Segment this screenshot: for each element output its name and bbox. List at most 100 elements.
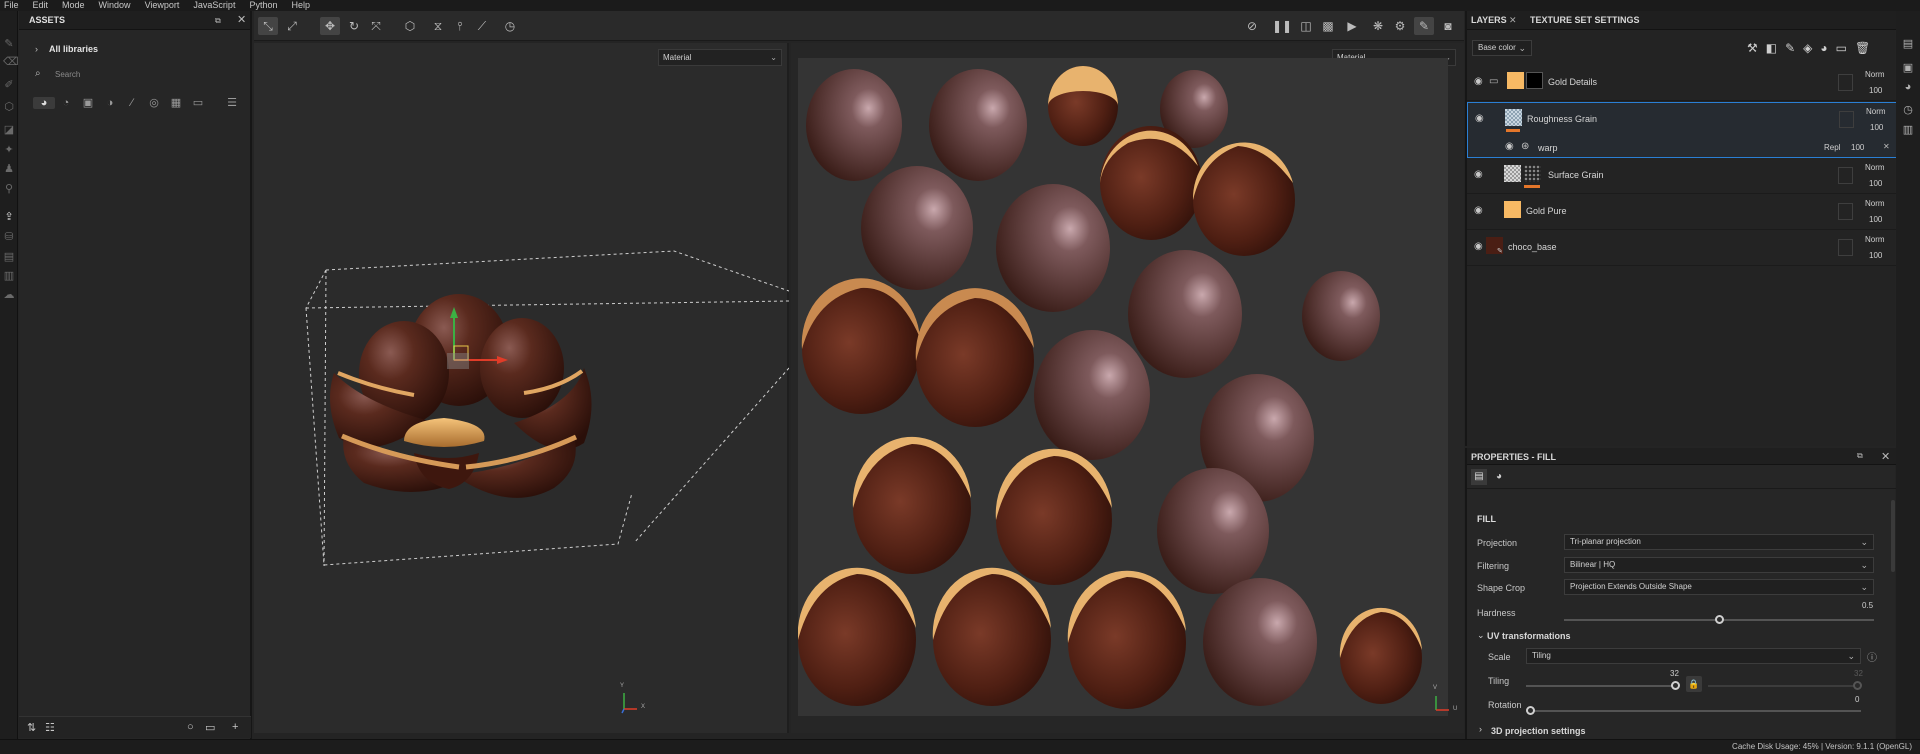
object-cube-icon[interactable]: ⬡ bbox=[400, 17, 420, 35]
smudge-icon[interactable]: ◪ bbox=[3, 124, 15, 136]
lock-icon[interactable]: 🔒 bbox=[1686, 676, 1702, 692]
close-icon[interactable]: ✕ bbox=[1881, 450, 1890, 463]
blend-mode[interactable]: Norm bbox=[1866, 107, 1886, 116]
add-fill-layer-icon[interactable]: ◈ bbox=[1803, 41, 1812, 55]
paint-mode-icon[interactable]: ✎ bbox=[1414, 17, 1434, 35]
add-paint-layer-icon[interactable]: ✎ bbox=[1785, 41, 1795, 55]
scale-tool-icon[interactable]: ⤧ bbox=[366, 17, 386, 35]
align-icon[interactable]: ⫯ bbox=[450, 17, 470, 35]
measure-icon[interactable]: ▤ bbox=[3, 251, 15, 263]
properties-tab-settings-icon[interactable]: ▤ bbox=[1471, 469, 1487, 485]
search-input[interactable]: Search bbox=[55, 67, 255, 83]
smart-material-filter-icon[interactable]: ◔ bbox=[55, 97, 77, 109]
video-camera-icon[interactable]: ▶ bbox=[1342, 17, 1362, 35]
export-icon[interactable]: ☁ bbox=[3, 289, 15, 301]
library-selector[interactable]: All libraries bbox=[49, 44, 98, 54]
chevron-right-icon[interactable]: › bbox=[1479, 724, 1482, 734]
blend-mode[interactable]: Norm bbox=[1865, 163, 1885, 172]
layer-row-choco-base[interactable]: ◉ ✎ choco_base Norm 100 bbox=[1467, 231, 1897, 266]
opacity-value[interactable]: 100 bbox=[1869, 86, 1882, 95]
layer-select-box[interactable] bbox=[1838, 239, 1853, 256]
rotation-slider[interactable] bbox=[1526, 706, 1861, 715]
projection-select[interactable]: Tri-planar projection ⌄ bbox=[1564, 534, 1874, 550]
screenshot-icon[interactable]: ◙ bbox=[1438, 17, 1458, 35]
selection-tool-icon[interactable]: ⤢ bbox=[282, 17, 302, 35]
symmetry-icon[interactable]: ⧖ bbox=[428, 17, 448, 35]
layers-panel-icon[interactable]: ▤ bbox=[1901, 37, 1915, 50]
undock-icon[interactable]: ⧉ bbox=[215, 11, 221, 30]
effect-blend-mode[interactable]: Repl bbox=[1824, 143, 1840, 152]
menu-window[interactable]: Window bbox=[99, 0, 131, 11]
opacity-value[interactable]: 100 bbox=[1869, 251, 1882, 260]
filtering-select[interactable]: Bilinear | HQ ⌄ bbox=[1564, 557, 1874, 573]
chevron-right-icon[interactable]: › bbox=[35, 44, 38, 54]
bake-icon[interactable]: ⇪ bbox=[3, 211, 15, 223]
paint-brush-icon[interactable]: ✎ bbox=[3, 38, 15, 50]
move-tool-icon[interactable]: ✥ bbox=[320, 17, 340, 35]
rotation-value[interactable]: 0 bbox=[1855, 695, 1859, 704]
layer-row-roughness-grain[interactable]: ◉ Roughness Grain Norm 100 ◉ ⊛ warp Repl… bbox=[1467, 102, 1897, 158]
document-icon[interactable]: ▥ bbox=[3, 270, 15, 282]
menu-help[interactable]: Help bbox=[291, 0, 310, 11]
menu-viewport[interactable]: Viewport bbox=[145, 0, 180, 11]
polygon-fill-icon[interactable]: ⛁ bbox=[3, 231, 15, 243]
info-icon[interactable]: ⓘ bbox=[1867, 649, 1877, 664]
layer-select-box[interactable] bbox=[1839, 111, 1854, 128]
circle-icon[interactable]: ○ bbox=[187, 721, 194, 733]
add-mask-icon[interactable]: ◧ bbox=[1766, 41, 1777, 55]
visibility-eye-icon[interactable]: ◉ bbox=[1474, 76, 1483, 87]
add-icon[interactable]: + bbox=[232, 721, 238, 733]
visibility-eye-icon[interactable]: ◉ bbox=[1474, 205, 1483, 216]
geometry-fill-icon[interactable]: ⬡ bbox=[3, 101, 15, 113]
hardness-slider[interactable] bbox=[1564, 615, 1874, 624]
hardness-slider-handle[interactable] bbox=[1715, 615, 1724, 624]
chevron-down-icon[interactable]: ⌄ bbox=[1477, 630, 1485, 641]
channel-select[interactable]: Base color ⌄ bbox=[1472, 40, 1532, 56]
sort-icon[interactable]: ⇅ bbox=[27, 721, 36, 734]
remove-effect-icon[interactable]: ✕ bbox=[1883, 142, 1890, 151]
add-folder-icon[interactable]: ▭ bbox=[1836, 41, 1847, 55]
opacity-value[interactable]: 100 bbox=[1869, 179, 1882, 188]
brush-filter-icon[interactable]: ∕ bbox=[121, 97, 143, 109]
layer-row-gold-pure[interactable]: ◉ Gold Pure Norm 100 bbox=[1467, 195, 1897, 230]
blend-mode[interactable]: Norm bbox=[1865, 70, 1885, 79]
log-icon[interactable]: ▥ bbox=[1901, 123, 1915, 136]
visibility-eye-icon[interactable]: ◉ bbox=[1505, 141, 1514, 152]
render-icon[interactable]: ❋ bbox=[1368, 17, 1388, 35]
alpha-filter-icon[interactable]: ◎ bbox=[143, 96, 165, 109]
menu-python[interactable]: Python bbox=[249, 0, 277, 11]
opacity-value[interactable]: 100 bbox=[1870, 123, 1883, 132]
close-icon[interactable]: ✕ bbox=[1509, 11, 1517, 30]
camera-tool-icon[interactable]: ⤡ bbox=[258, 17, 278, 35]
effect-opacity[interactable]: 100 bbox=[1851, 143, 1864, 152]
tiling-value[interactable]: 32 bbox=[1670, 669, 1679, 678]
tiling-slider[interactable] bbox=[1526, 681, 1680, 690]
clone-icon[interactable]: ✦ bbox=[3, 144, 15, 156]
filter-list-icon[interactable]: ☷ bbox=[45, 721, 55, 734]
layer-row-surface-grain[interactable]: ◉ Surface Grain Norm 100 bbox=[1467, 159, 1897, 194]
shape-crop-select[interactable]: Projection Extends Outside Shape ⌄ bbox=[1564, 579, 1874, 595]
stamp-icon[interactable]: ♟ bbox=[3, 163, 15, 175]
add-effect-icon[interactable]: ⚒ bbox=[1747, 41, 1758, 55]
uv-texture-canvas[interactable] bbox=[797, 58, 1448, 716]
material-filter-icon[interactable]: ◕ bbox=[33, 96, 55, 109]
properties-tab-material-icon[interactable]: ◕ bbox=[1491, 469, 1507, 485]
history-icon[interactable]: ◷ bbox=[1901, 103, 1915, 116]
layer-select-box[interactable] bbox=[1838, 203, 1853, 220]
list-view-icon[interactable]: ☰ bbox=[221, 96, 243, 109]
delete-layer-icon[interactable]: 🗑 bbox=[1855, 41, 1870, 55]
opacity-value[interactable]: 100 bbox=[1869, 215, 1882, 224]
hide-icon[interactable]: ⊘ bbox=[1242, 17, 1262, 35]
visibility-eye-icon[interactable]: ◉ bbox=[1475, 113, 1484, 124]
texture-filter-icon[interactable]: ▦ bbox=[165, 96, 187, 109]
visibility-eye-icon[interactable]: ◉ bbox=[1474, 241, 1483, 252]
picker-icon[interactable]: ⚲ bbox=[3, 183, 15, 195]
menu-mode[interactable]: Mode bbox=[62, 0, 85, 11]
close-icon[interactable]: ✕ bbox=[237, 11, 246, 30]
viewport-mode-icon[interactable]: ◫ bbox=[1296, 17, 1316, 35]
folder-icon[interactable]: ▭ bbox=[205, 721, 215, 734]
viewport-3d[interactable]: Material ⌄ Y X bbox=[254, 43, 789, 733]
hardness-value[interactable]: 0.5 bbox=[1862, 601, 1873, 610]
layer-select-box[interactable] bbox=[1838, 74, 1853, 91]
eraser-icon[interactable]: ⌫ bbox=[3, 56, 19, 68]
